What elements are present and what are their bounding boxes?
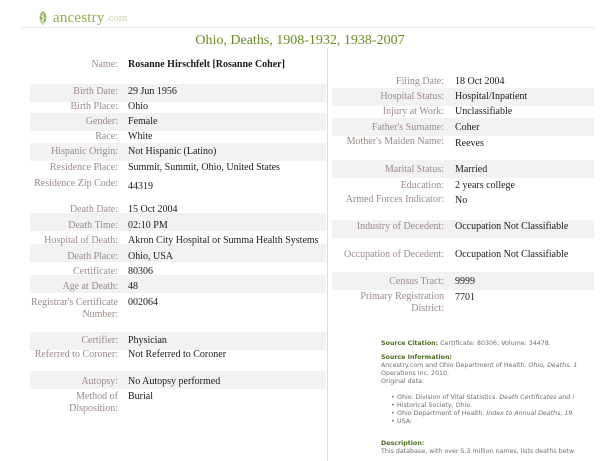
certifier-value: Physician	[128, 335, 167, 346]
marital-status-value: Married	[455, 164, 488, 175]
list-item: Ohio. Division of Vital Statistics. Deat…	[391, 394, 600, 402]
description: Description: This database, with over 5.…	[381, 440, 600, 456]
mothers-maiden-name-label: Mother's Maiden Name:	[346, 136, 444, 147]
header-divider	[22, 27, 594, 28]
registration-district-value: 7701	[455, 292, 475, 303]
age-at-death-value: 48	[128, 281, 138, 292]
birth-date-label: Birth Date:	[73, 86, 118, 97]
name-value: Rosanne Hirschfelt [Rosanne Coher]	[128, 59, 285, 70]
source-information-text: Ancestry.com and Ohio Department of Heal…	[381, 362, 527, 369]
bullet-link[interactable]: Death Certificates and i	[499, 394, 574, 401]
registration-district-label: Primary Registration District:	[360, 291, 444, 314]
registrar-certificate-label: Registrar's Certificate Number:	[30, 297, 118, 320]
education-value: 2 years college	[455, 180, 515, 191]
injury-at-work-value: Unclassifiable	[455, 106, 513, 117]
education-label: Education:	[400, 180, 444, 191]
list-item: Ohio Department of Health. Index to Annu…	[391, 410, 600, 418]
death-time-label: Death Time:	[68, 220, 118, 231]
filing-date-label: Filing Date:	[395, 76, 444, 87]
industry-value: Occupation Not Classifiable	[455, 221, 569, 232]
original-data-list: Ohio. Division of Vital Statistics. Deat…	[381, 394, 600, 426]
description-text: This database, with over 5.3 million nam…	[381, 448, 575, 455]
death-date-value: 15 Oct 2004	[128, 204, 178, 215]
fathers-surname-value: Coher	[455, 122, 480, 133]
residence-place-value: Summit, Summit, Ohio, United States	[128, 162, 280, 173]
hospital-of-death-label: Hospital of Death:	[44, 235, 118, 246]
source-citation-text: Certificate: 80306; Volume: 34478.	[440, 340, 551, 347]
list-item-continuation: USA:	[391, 418, 600, 426]
mothers-maiden-name-value: Reeves	[455, 138, 484, 149]
death-date-label: Death Date:	[69, 204, 118, 215]
bullet-text: Historical Society, Ohio.	[397, 402, 473, 409]
hospital-status-value: Hospital/Inpatient	[455, 91, 528, 102]
armed-forces-value: No	[455, 195, 468, 206]
death-time-value: 02:10 PM	[128, 220, 168, 231]
list-item-continuation: Historical Society, Ohio.	[391, 402, 600, 410]
brand-name: ancestry	[53, 9, 105, 26]
injury-at-work-label: Injury at Work:	[382, 106, 444, 117]
source-citation: Source Citation: Certificate: 80306; Vol…	[381, 340, 600, 348]
referred-to-coroner-label: Referred to Coroner:	[34, 349, 118, 360]
armed-forces-label: Armed Forces Indicator:	[345, 194, 444, 205]
certificate-value: 80306	[128, 266, 153, 277]
registrar-certificate-value: 002064	[128, 297, 158, 308]
gender-value: Female	[128, 116, 158, 127]
source-information-heading: Source Information:	[381, 354, 452, 361]
hispanic-origin-label: Hispanic Origin:	[51, 146, 118, 157]
occupation-label: Occupation of Decedent:	[344, 249, 444, 260]
race-label: Race:	[95, 131, 118, 142]
race-value: White	[128, 131, 153, 142]
referred-to-coroner-value: Not Referred to Coroner	[128, 349, 227, 360]
fathers-surname-label: Father's Surname:	[371, 122, 444, 133]
method-of-disposition-value: Burial	[128, 391, 153, 402]
hospital-status-label: Hospital Status:	[380, 91, 444, 102]
source-information: Source Information: Ancestry.com and Ohi…	[381, 354, 600, 386]
certifier-label: Certifier:	[81, 335, 118, 346]
residence-place-label: Residence Place:	[49, 162, 118, 173]
filing-date-value: 18 Oct 2004	[455, 76, 505, 87]
description-heading: Description:	[381, 440, 425, 447]
column-divider	[327, 48, 328, 461]
gender-label: Gender:	[85, 116, 118, 127]
method-of-disposition-label: Method of Disposition:	[69, 391, 118, 414]
hospital-of-death-value: Akron City Hospital or Summa Health Syst…	[128, 235, 319, 246]
record-title: Ohio, Deaths, 1908-1932, 1938-2007	[195, 33, 405, 48]
original-data-heading: Original data:	[381, 378, 424, 385]
bullet-text: Ohio. Division of Vital Statistics.	[397, 394, 498, 401]
industry-label: Industry of Decedent:	[356, 221, 444, 232]
residence-zip-value: 44319	[128, 181, 153, 192]
birth-place-value: Ohio	[128, 101, 148, 112]
ancestry-logo[interactable]: ancestry .com	[36, 9, 127, 27]
bullet-link[interactable]: Index to Annual Deaths, 19	[486, 410, 572, 417]
death-place-value: Ohio, USA	[128, 251, 174, 262]
leaf-logo-icon	[39, 11, 47, 25]
census-tract-label: Census Tract:	[389, 276, 444, 287]
occupation-value: Occupation Not Classifiable	[455, 249, 569, 260]
residence-zip-label: Residence Zip Code:	[34, 178, 118, 189]
death-place-label: Death Place:	[67, 251, 118, 262]
source-information-text-2: Operations Inc, 2010.	[381, 370, 449, 377]
name-label: Name:	[91, 59, 118, 70]
source-information-link[interactable]: Ohio, Deaths, 1	[529, 362, 578, 369]
autopsy-value: No Autopsy performed	[128, 376, 221, 387]
brand-suffix: .com	[105, 12, 128, 24]
census-tract-value: 9999	[455, 276, 475, 287]
marital-status-label: Marital Status:	[384, 164, 444, 175]
source-citation-heading: Source Citation:	[381, 340, 439, 347]
age-at-death-label: Age at Death:	[62, 281, 118, 292]
birth-place-label: Birth Place:	[70, 101, 119, 112]
bullet-text: USA:	[397, 418, 413, 425]
birth-date-value: 29 Jun 1956	[128, 86, 177, 97]
certificate-label: Certificate:	[73, 266, 118, 277]
bullet-text: Ohio Department of Health.	[397, 410, 485, 417]
hispanic-origin-value: Not Hispanic (Latino)	[128, 146, 217, 157]
autopsy-label: Autopsy:	[81, 376, 118, 387]
